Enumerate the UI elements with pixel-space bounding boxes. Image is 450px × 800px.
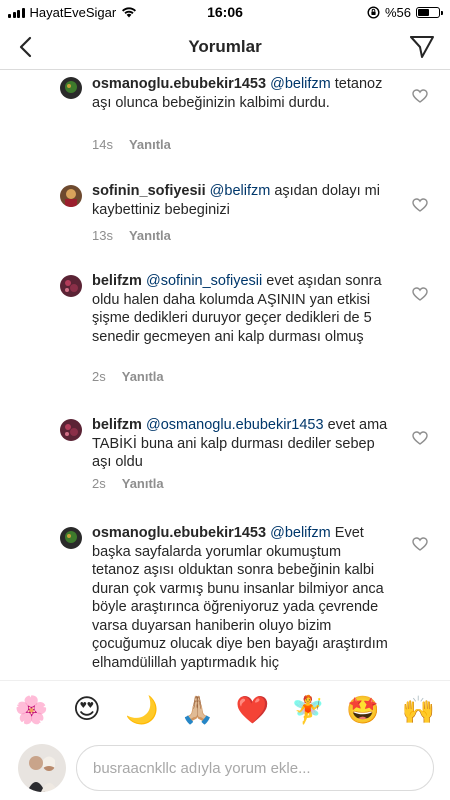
comment-username[interactable]: belifzm (92, 273, 142, 289)
comment-text: sofinin_sofiyesii @belifzm aşıdan dolayı… (92, 182, 392, 219)
comment-time: 14s (92, 137, 113, 152)
comment-text: osmanoglu.ebubekir1453 @belifzm Evet baş… (92, 524, 392, 672)
comment-username[interactable]: osmanoglu.ebubekir1453 (92, 525, 266, 541)
rotation-lock-icon (367, 5, 380, 19)
comment-meta: 2s Yanıtla (92, 476, 164, 491)
battery-fill (418, 8, 430, 16)
avatar[interactable] (60, 419, 82, 441)
comment-composer (0, 738, 450, 800)
comment-input[interactable] (76, 745, 434, 791)
heart-icon[interactable] (412, 287, 428, 301)
avatar[interactable] (60, 527, 82, 549)
reply-button[interactable]: Yanıtla (129, 228, 171, 243)
comment-mention[interactable]: @belifzm (210, 183, 271, 199)
comment-item: osmanoglu.ebubekir1453 @belifzm tetanoz … (0, 70, 450, 165)
comment-username[interactable]: osmanoglu.ebubekir1453 (92, 76, 266, 92)
comment-text: osmanoglu.ebubekir1453 @belifzm tetanoz … (92, 75, 392, 112)
avatar[interactable] (60, 185, 82, 207)
comment-item: belifzm @sofinin_sofiyesii evet aşıdan s… (0, 268, 450, 388)
comments-list[interactable]: osmanoglu.ebubekir1453 @belifzm tetanoz … (0, 70, 450, 680)
crescent-moon-icon[interactable]: 🌙 (122, 690, 162, 730)
comment-body: Evet başka sayfalarda yorumlar okumuştum… (92, 525, 388, 671)
cherry-blossom-icon[interactable]: 🌸 (12, 690, 52, 730)
red-heart-icon[interactable]: ❤️ (233, 690, 273, 730)
comment-time: 13s (92, 228, 113, 243)
fairy-icon[interactable]: 🧚 (288, 690, 328, 730)
comment-item: sofinin_sofiyesii @belifzm aşıdan dolayı… (0, 178, 450, 253)
avatar[interactable] (60, 275, 82, 297)
navigation-bar: Yorumlar (0, 24, 450, 70)
heart-icon[interactable] (412, 431, 428, 445)
comment-text: belifzm @osmanoglu.ebubekir1453 evet ama… (92, 416, 392, 472)
heart-eyes-icon[interactable]: 😍 (67, 690, 107, 730)
direct-message-button[interactable] (406, 32, 438, 62)
reply-button[interactable]: Yanıtla (122, 476, 164, 491)
folded-hands-icon[interactable]: 🙏🏼 (177, 690, 217, 730)
comment-meta: 2s Yanıtla (92, 369, 164, 384)
comment-meta: 14s Yanıtla (92, 137, 171, 152)
status-bar: HayatEveSigar 16:06 %56 (0, 0, 450, 24)
comment-mention[interactable]: @osmanoglu.ebubekir1453 (146, 417, 324, 433)
comment-username[interactable]: belifzm (92, 417, 142, 433)
comment-item: osmanoglu.ebubekir1453 @belifzm Evet baş… (0, 520, 450, 680)
reply-button[interactable]: Yanıtla (122, 369, 164, 384)
page-title: Yorumlar (188, 37, 262, 56)
battery-percent: %56 (384, 4, 411, 20)
comment-time: 2s (92, 476, 106, 491)
heart-icon[interactable] (412, 537, 428, 551)
comment-mention[interactable]: @belifzm (270, 525, 331, 541)
comment-meta: 13s Yanıtla (92, 228, 171, 243)
heart-icon[interactable] (412, 198, 428, 212)
status-right: %56 (367, 4, 443, 20)
comment-time: 2s (92, 369, 106, 384)
comment-item: belifzm @osmanoglu.ebubekir1453 evet ama… (0, 412, 450, 497)
avatar (18, 744, 66, 792)
comment-text: belifzm @sofinin_sofiyesii evet aşıdan s… (92, 272, 392, 346)
reply-button[interactable]: Yanıtla (129, 137, 171, 152)
battery-icon (416, 6, 443, 18)
comment-mention[interactable]: @sofinin_sofiyesii (146, 273, 262, 289)
comment-mention[interactable]: @belifzm (270, 76, 331, 92)
paper-plane-icon (410, 36, 434, 58)
heart-icon[interactable] (412, 89, 428, 103)
raising-hands-icon[interactable]: 🙌 (398, 690, 438, 730)
comment-username[interactable]: sofinin_sofiyesii (92, 183, 206, 199)
avatar[interactable] (60, 77, 82, 99)
emoji-quick-bar: 🌸 😍 🌙 🙏🏼 ❤️ 🧚 🤩 🙌 (0, 680, 450, 738)
star-struck-icon[interactable]: 🤩 (343, 690, 383, 730)
